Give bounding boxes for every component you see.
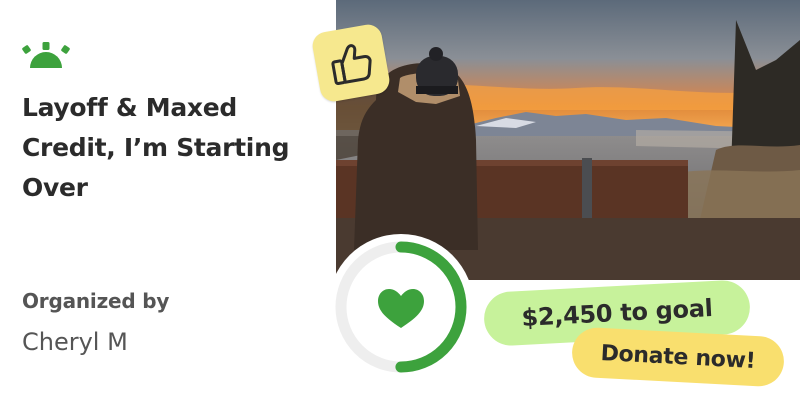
sunrise-logo-icon [22, 42, 70, 68]
campaign-title[interactable]: Layoff & Maxed Credit, I’m Starting Over [22, 88, 312, 208]
thumbs-up-badge [310, 22, 392, 104]
organizer-label: Organized by [22, 289, 170, 313]
donate-now-button[interactable]: Donate now! [570, 326, 786, 388]
thumbs-up-icon [331, 44, 372, 86]
fundraiser-card[interactable]: Layoff & Maxed Credit, I’m Starting Over… [0, 0, 800, 419]
organizer-name[interactable]: Cheryl M [22, 328, 128, 356]
progress-ring [326, 232, 476, 382]
